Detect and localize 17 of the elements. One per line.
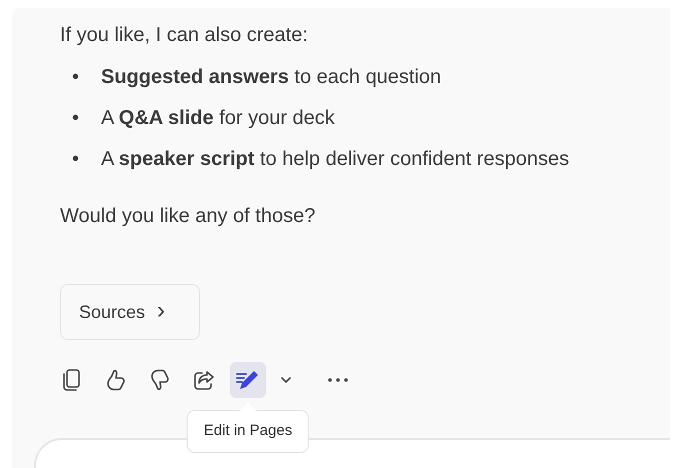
share-icon [192,368,216,392]
thumbs-down-icon [149,368,171,392]
bullet-text: A speaker script to help deliver confident responses [101,147,570,172]
tooltip: Edit in Pages [186,410,310,452]
bullet-icon: • [72,146,101,172]
bullet-icon: • [72,64,101,90]
chevron-down-icon [279,375,293,385]
pen-icon [235,368,261,392]
question-text: Would you like any of those? [60,204,316,229]
bullet-text: A Q&A slide for your deck [101,106,335,131]
intro-text: If you like, I can also create: [60,23,309,48]
thumbs-up-icon [105,368,127,392]
copy-icon [61,368,83,392]
bullet-text: Suggested answers to each question [101,65,442,90]
more-icon [327,377,349,383]
sources-button[interactable]: Sources › [60,284,200,340]
bullet-icon: • [72,105,101,131]
